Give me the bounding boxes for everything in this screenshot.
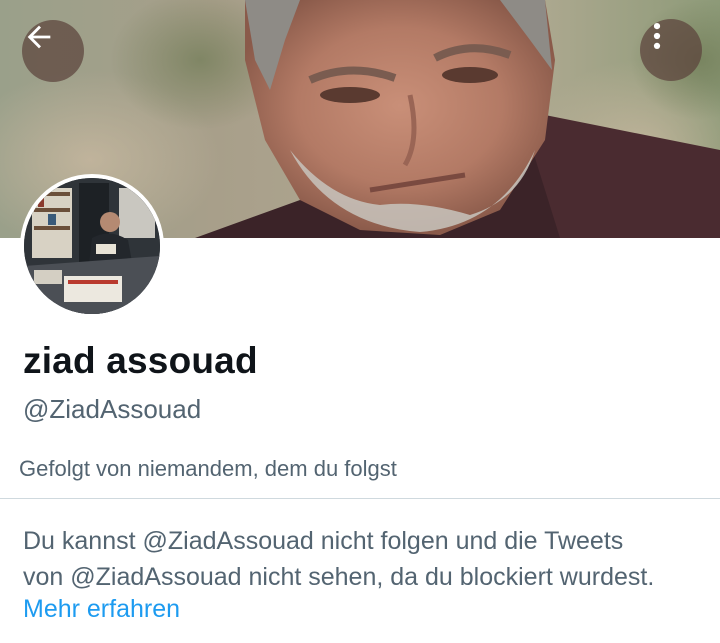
learn-more-link[interactable]: Mehr erfahren [23, 595, 180, 624]
profile-page: ziad assouad @ZiadAssouad Gefolgt von ni… [0, 0, 720, 643]
more-options-button[interactable] [640, 19, 702, 81]
display-name: ziad assouad [23, 340, 258, 381]
blocked-notice: Du kannst @ZiadAssouad nicht folgen und … [23, 523, 713, 595]
avatar[interactable] [20, 174, 164, 318]
back-button[interactable] [22, 20, 84, 82]
profile-handle: @ZiadAssouad [23, 394, 202, 424]
divider [0, 498, 720, 499]
blocked-notice-line-2: von @ZiadAssouad nicht sehen, da du bloc… [23, 563, 655, 591]
followed-by-text[interactable]: Gefolgt von niemandem, dem du folgst [19, 456, 397, 482]
avatar-photo [24, 178, 160, 314]
more-vertical-icon [653, 22, 661, 50]
arrow-left-icon [27, 25, 51, 49]
blocked-notice-line-1: Du kannst @ZiadAssouad nicht folgen und … [23, 527, 624, 555]
